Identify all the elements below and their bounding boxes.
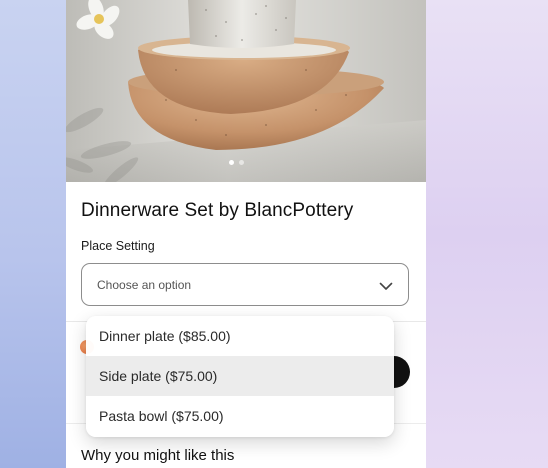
- recommendations-title: Why you might like this: [81, 447, 235, 464]
- option-side-plate[interactable]: Side plate ($75.00): [86, 356, 394, 396]
- option-pasta-bowl[interactable]: Pasta bowl ($75.00): [86, 396, 394, 436]
- options-dropdown[interactable]: Dinner plate ($85.00) Side plate ($75.00…: [86, 316, 394, 437]
- background-left: [0, 0, 66, 468]
- pottery-photo: [66, 0, 426, 182]
- background-right: [426, 0, 548, 468]
- option-dinner-plate[interactable]: Dinner plate ($85.00): [86, 316, 394, 356]
- place-setting-select[interactable]: Choose an option: [81, 263, 409, 306]
- option-label: Place Setting: [81, 239, 155, 253]
- image-pagination[interactable]: [229, 160, 244, 165]
- pagination-dot[interactable]: [239, 160, 244, 165]
- product-page: Dinnerware Set by BlancPottery Place Set…: [66, 0, 426, 468]
- select-placeholder: Choose an option: [97, 278, 192, 292]
- product-image[interactable]: [66, 0, 426, 182]
- product-title: Dinnerware Set by BlancPottery: [81, 200, 354, 221]
- chevron-down-icon: [379, 282, 393, 290]
- pagination-dot[interactable]: [229, 160, 234, 165]
